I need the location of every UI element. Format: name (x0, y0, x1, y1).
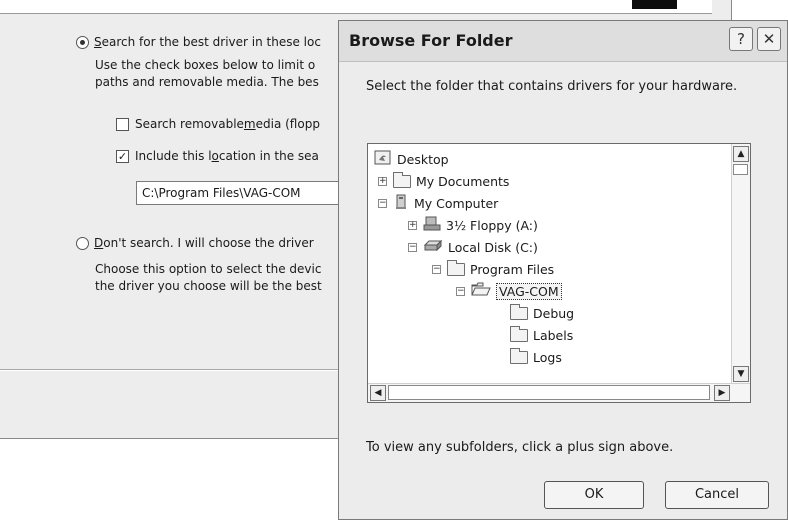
dialog-instruction: Select the folder that contains drivers … (366, 79, 738, 94)
expand-icon[interactable]: + (378, 176, 387, 186)
subfolder-hint: To view any subfolders, click a plus sig… (366, 440, 674, 455)
vertical-scroll-thumb[interactable] (733, 164, 748, 175)
tree-label: My Documents (416, 173, 510, 189)
tree-item-debug[interactable]: Debug (510, 302, 574, 324)
include-location-checkbox[interactable]: ✓ (116, 149, 129, 163)
arrow-right-icon: ▶ (718, 388, 726, 398)
open-folder-icon (471, 282, 491, 300)
include-label-post: cation in the sea (218, 149, 319, 163)
tree-item-labels[interactable]: Labels (510, 324, 573, 346)
arrow-left-icon: ◀ (374, 388, 382, 398)
search-removable-media-checkbox-row[interactable]: Search removable m edia (flopp (116, 117, 320, 131)
search-best-driver-radio[interactable] (76, 35, 89, 49)
tree-item-floppy[interactable]: + 3½ Floppy (A:) (408, 214, 538, 236)
wizard-header-graphic (632, 0, 677, 9)
scroll-down-button[interactable]: ▼ (733, 366, 749, 382)
tree-item-logs[interactable]: Logs (510, 346, 562, 368)
horizontal-scrollbar[interactable]: ◀ ▶ (368, 383, 750, 402)
disk-icon (423, 239, 443, 256)
scroll-up-button[interactable]: ▲ (733, 146, 749, 162)
include-label-mnemonic: o (211, 149, 219, 163)
scroll-right-button[interactable]: ▶ (714, 385, 730, 401)
tree-item-vag-com[interactable]: − VAG-COM (456, 280, 562, 302)
arrow-up-icon: ▲ (737, 149, 745, 159)
tree-label: Debug (533, 305, 575, 321)
removable-label-pre: Search removable (135, 117, 244, 131)
scroll-left-button[interactable]: ◀ (370, 385, 386, 401)
tree-label: Logs (533, 349, 562, 365)
cancel-button[interactable]: Cancel (665, 481, 769, 509)
dont-option-description-line2: the driver you choose will be the best (95, 279, 322, 293)
removable-label-post: edia (flopp (255, 117, 320, 131)
floppy-icon (423, 216, 441, 235)
wizard-header (0, 0, 712, 14)
expand-icon[interactable]: + (408, 220, 417, 230)
tree-label: Program Files (470, 261, 555, 277)
dont-search-radio[interactable] (76, 236, 89, 250)
tree-label: Local Disk (C:) (448, 239, 538, 255)
folder-icon (510, 303, 528, 320)
folder-icon (510, 325, 528, 342)
arrow-down-icon: ▼ (737, 369, 745, 379)
dont-search-option[interactable]: Don't search. I will choose the driver (76, 236, 314, 250)
folder-icon (393, 171, 411, 188)
close-button[interactable]: ✕ (757, 27, 781, 51)
tree-label: Desktop (397, 151, 449, 167)
help-button[interactable]: ? (729, 27, 753, 51)
tree-item-local-disk[interactable]: − Local Disk (C:) (408, 236, 538, 258)
checkmark-icon: ✓ (117, 149, 128, 163)
folder-icon (447, 259, 465, 276)
browse-for-folder-dialog: Browse For Folder ? ✕ Select the folder … (338, 20, 788, 520)
ok-button[interactable]: OK (544, 481, 644, 509)
dialog-title-bar: Browse For Folder ? ✕ (339, 21, 787, 62)
collapse-icon[interactable]: − (456, 286, 465, 296)
dont-option-mnemonic: D (94, 236, 104, 250)
collapse-icon[interactable]: − (408, 242, 417, 252)
tree-label: 3½ Floppy (A:) (446, 217, 538, 233)
computer-icon (393, 194, 409, 213)
search-option-description-line1: Use the check boxes below to limit o (95, 58, 316, 72)
tree-item-program-files[interactable]: − Program Files (432, 258, 554, 280)
tree-label: Labels (533, 327, 574, 343)
dont-option-description-line1: Choose this option to select the devic (95, 262, 322, 276)
tree-label-selected: VAG-COM (496, 282, 562, 300)
desktop-icon (374, 150, 392, 169)
include-label-pre: Include this l (135, 149, 212, 163)
collapse-icon[interactable]: − (378, 198, 387, 208)
removable-label-mnemonic: m (243, 117, 256, 131)
help-icon: ? (737, 30, 745, 48)
search-removable-media-checkbox[interactable] (116, 117, 129, 131)
tree-item-desktop[interactable]: Desktop (374, 148, 449, 170)
horizontal-scroll-thumb[interactable] (388, 385, 710, 400)
vertical-scrollbar[interactable]: ▲ ▼ (731, 144, 750, 384)
dialog-title: Browse For Folder (349, 31, 513, 50)
folder-icon (510, 347, 528, 364)
search-best-driver-option[interactable]: Search for the best driver in these loc (76, 35, 321, 49)
collapse-icon[interactable]: − (432, 264, 441, 274)
search-option-description-line2: paths and removable media. The bes (95, 75, 319, 89)
tree-label: My Computer (414, 195, 499, 211)
search-option-label: earch for the best driver in these loc (101, 35, 321, 49)
include-location-checkbox-row[interactable]: ✓ Include this l o cation in the sea (116, 149, 319, 163)
folder-tree[interactable]: Desktop + My Documents − My Computer + 3… (367, 143, 751, 403)
tree-item-my-computer[interactable]: − My Computer (378, 192, 498, 214)
tree-item-my-documents[interactable]: + My Documents (378, 170, 509, 192)
dont-option-label: on't search. I will choose the driver (103, 236, 314, 250)
close-icon: ✕ (762, 30, 776, 48)
search-option-mnemonic: S (94, 35, 102, 49)
